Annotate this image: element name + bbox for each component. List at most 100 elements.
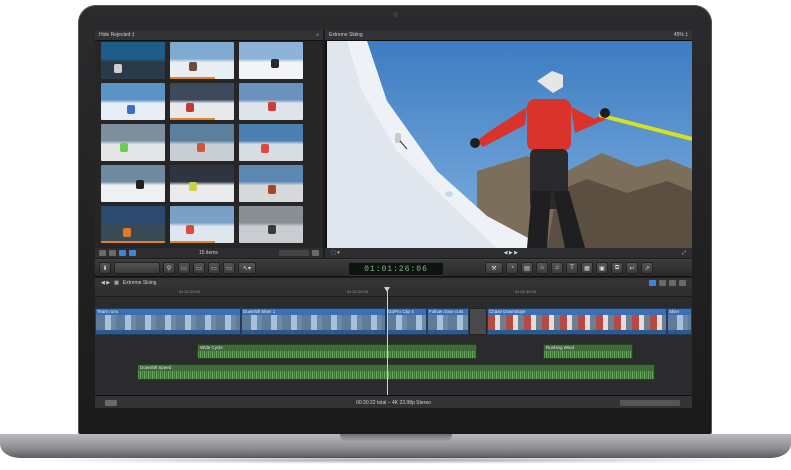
clip-filmstrip bbox=[387, 315, 426, 330]
prev-icon[interactable]: ◀ bbox=[504, 250, 508, 256]
library-icon[interactable]: ▤ bbox=[521, 262, 533, 274]
video-clip[interactable]: Chase Downslope bbox=[487, 308, 667, 335]
filmstrip-view-icon[interactable] bbox=[99, 250, 106, 256]
video-frame bbox=[327, 41, 692, 248]
clip-label: Wide Cycle bbox=[200, 345, 223, 350]
search-icon[interactable]: ⌕ bbox=[316, 32, 319, 38]
play-icon[interactable]: ▶ bbox=[509, 250, 513, 256]
clip-thumbnail[interactable] bbox=[170, 165, 234, 202]
clip-thumbnail[interactable] bbox=[101, 165, 165, 202]
playhead[interactable] bbox=[384, 287, 390, 395]
skimming-icon[interactable] bbox=[649, 279, 656, 286]
favorite-bar bbox=[170, 241, 215, 243]
gear-icon[interactable] bbox=[109, 250, 116, 256]
clip-audio bbox=[488, 330, 666, 334]
timeline-ruler[interactable]: 01:01:20:00 01:01:25:00 01:01:30:00 bbox=[95, 287, 692, 297]
skier-video-image bbox=[327, 41, 692, 248]
skier-figure bbox=[267, 101, 276, 111]
import-icon[interactable]: ⬇ bbox=[99, 262, 111, 274]
share-icon[interactable]: ↗ bbox=[641, 262, 653, 274]
transition[interactable] bbox=[469, 308, 487, 335]
zoom-slider[interactable] bbox=[279, 250, 309, 256]
clip-label: GoPro Clip 4 bbox=[388, 309, 414, 314]
skier-figure bbox=[136, 179, 145, 189]
timeline-zoom-slider[interactable] bbox=[620, 399, 680, 406]
generators-icon[interactable]: ▦ bbox=[581, 262, 593, 274]
clip-thumbnail[interactable] bbox=[101, 124, 165, 161]
timeline-index-icon[interactable] bbox=[105, 399, 117, 406]
skier-figure bbox=[271, 58, 279, 68]
clip-thumbnail[interactable] bbox=[170, 206, 234, 243]
list-view-icon[interactable] bbox=[129, 250, 136, 256]
browser-footer: 15 items bbox=[95, 248, 323, 258]
audio-clip[interactable]: Rushing Wind bbox=[543, 344, 633, 359]
retime-icon[interactable]: ◔ bbox=[506, 262, 518, 274]
skier-figure bbox=[196, 143, 205, 153]
event-browser: Hide Rejected ‡ ⌕ 15 items bbox=[95, 30, 323, 258]
clip-thumbnail[interactable] bbox=[239, 42, 303, 79]
transitions-icon[interactable]: ⧉ bbox=[611, 262, 623, 274]
back-icon[interactable]: ◀ ▶ bbox=[101, 280, 110, 286]
viewer-title: Extreme Skiing bbox=[329, 32, 363, 38]
app-window: Hide Rejected ‡ ⌕ 15 items Extreme Skiin… bbox=[95, 30, 692, 408]
clip-thumbnail[interactable] bbox=[239, 165, 303, 202]
undo-icon[interactable]: ↩ bbox=[626, 262, 638, 274]
clip-audio bbox=[428, 330, 468, 334]
grid-view-icon[interactable] bbox=[119, 250, 126, 256]
overwrite-clip-icon[interactable]: ▭ bbox=[223, 262, 235, 274]
clip-label: Downhill Speed bbox=[140, 365, 172, 370]
clip-appearance-icon[interactable] bbox=[312, 250, 319, 256]
timeline: ◀ ▶ ▦ Extreme Skiing 01:01:20:00 01:01:2… bbox=[95, 278, 692, 395]
clip-waveform bbox=[544, 351, 632, 358]
connect-clip-icon[interactable]: ▭ bbox=[178, 262, 190, 274]
clip-label: Team runs bbox=[97, 309, 119, 314]
clip-waveform bbox=[198, 351, 476, 358]
thumbnail-grid bbox=[101, 42, 303, 243]
music-icon[interactable]: ♫ bbox=[551, 262, 563, 274]
clip-thumbnail[interactable] bbox=[101, 83, 165, 120]
timecode-display[interactable]: 01:01:26:06 bbox=[348, 262, 444, 276]
snapping-icon[interactable] bbox=[679, 279, 686, 286]
clip-thumbnail[interactable] bbox=[239, 206, 303, 243]
clip-thumbnail[interactable] bbox=[170, 124, 234, 161]
keyword-buttons[interactable] bbox=[114, 262, 160, 274]
photos-icon[interactable]: ⌂ bbox=[536, 262, 548, 274]
audio-skimming-icon[interactable] bbox=[659, 279, 666, 286]
insert-clip-icon[interactable]: ▭ bbox=[193, 262, 205, 274]
skier-figure bbox=[113, 64, 122, 74]
select-tool-icon[interactable]: ↖▾ bbox=[238, 262, 256, 274]
audio-clip[interactable]: Wide Cycle bbox=[197, 344, 477, 359]
themes-icon[interactable]: ▣ bbox=[596, 262, 608, 274]
viewer-footer: ⬚ ▾ ◀ ▶ ▶ ⤢ bbox=[325, 248, 692, 258]
viewer-zoom[interactable]: 45% ‡ bbox=[674, 32, 688, 38]
titles-icon[interactable]: T bbox=[566, 262, 578, 274]
enhance-icon[interactable]: ⚒ bbox=[485, 262, 503, 274]
laptop-shadow bbox=[20, 456, 771, 464]
clip-thumbnail[interactable] bbox=[101, 206, 165, 243]
video-clip[interactable]: Follow close cuts bbox=[427, 308, 469, 335]
key-icon[interactable]: ⚲ bbox=[163, 262, 175, 274]
clip-label: Downhill Skier 1 bbox=[243, 309, 276, 314]
ruler-tick: 01:01:20:00 bbox=[179, 289, 201, 294]
fullscreen-icon[interactable]: ⤢ bbox=[682, 250, 686, 256]
clip-thumbnail[interactable] bbox=[239, 83, 303, 120]
video-clip[interactable]: Skier bbox=[667, 308, 692, 335]
clip-thumbnail[interactable] bbox=[239, 124, 303, 161]
filter-dropdown[interactable]: Hide Rejected ‡ bbox=[99, 32, 135, 38]
append-clip-icon[interactable]: ▭ bbox=[208, 262, 220, 274]
audio-clip[interactable]: Downhill Speed bbox=[137, 364, 655, 380]
clip-thumbnail[interactable] bbox=[170, 42, 234, 79]
favorite-bar bbox=[170, 77, 215, 79]
clip-thumbnail[interactable] bbox=[170, 83, 234, 120]
video-clip[interactable]: Downhill Skier 1 bbox=[241, 308, 386, 335]
timeline-header: ◀ ▶ ▦ Extreme Skiing bbox=[95, 278, 692, 287]
clip-thumbnail[interactable] bbox=[101, 42, 165, 79]
clip-filmstrip bbox=[488, 315, 666, 330]
video-clip[interactable]: Team runs bbox=[95, 308, 241, 335]
next-icon[interactable]: ▶ bbox=[514, 250, 518, 256]
solo-icon[interactable] bbox=[669, 279, 676, 286]
browser-header: Hide Rejected ‡ ⌕ bbox=[95, 30, 323, 41]
favorite-bar bbox=[170, 118, 215, 120]
video-clip[interactable]: GoPro Clip 4 bbox=[386, 308, 427, 335]
view-options-icon[interactable]: ⬚ ▾ bbox=[331, 250, 340, 256]
